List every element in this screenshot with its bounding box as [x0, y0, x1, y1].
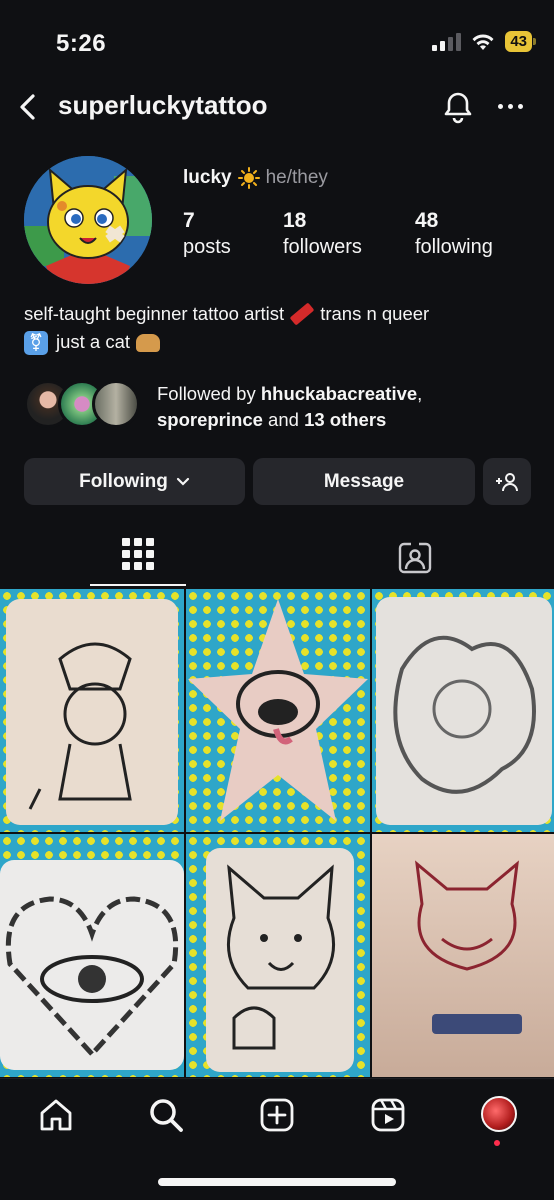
- profile-username: superluckytattoo: [58, 90, 268, 120]
- signal-icon: [432, 32, 462, 51]
- notification-dot: [494, 1140, 500, 1146]
- add-user-icon: [496, 472, 518, 491]
- profile-tab-avatar[interactable]: [481, 1096, 517, 1132]
- stat-posts-label: posts: [183, 236, 231, 258]
- sun-icon: [237, 167, 260, 189]
- home-indicator: [158, 1178, 396, 1186]
- message-button-label: Message: [323, 470, 405, 492]
- followed-others-link[interactable]: 13 others: [304, 409, 386, 430]
- stat-followers-label: followers: [283, 236, 362, 258]
- status-icons: 43: [432, 31, 536, 52]
- followed-and: and: [262, 409, 305, 430]
- chevron-down-icon: [176, 477, 189, 486]
- post-thumbnail[interactable]: [186, 589, 370, 832]
- followed-user-link[interactable]: hhuckabacreative: [261, 383, 417, 404]
- add-icon[interactable]: [258, 1096, 296, 1134]
- add-user-button[interactable]: [483, 458, 531, 505]
- post-thumbnail[interactable]: [372, 589, 554, 832]
- status-time: 5:26: [56, 30, 107, 57]
- chevron-left-icon[interactable]: [14, 92, 44, 122]
- transgender-symbol-icon: ⚧: [24, 331, 48, 356]
- stat-posts[interactable]: 7 posts: [183, 208, 231, 260]
- grid-icon[interactable]: [122, 538, 154, 570]
- followed-by-text[interactable]: Followed by hhuckabacreative, sporeprinc…: [157, 381, 537, 433]
- following-button[interactable]: Following: [24, 458, 245, 505]
- search-icon[interactable]: [147, 1096, 185, 1134]
- tab-active-indicator: [90, 584, 186, 586]
- stat-following[interactable]: 48 following: [415, 208, 493, 260]
- avatar: [92, 380, 140, 428]
- reels-icon[interactable]: [369, 1096, 407, 1134]
- post-thumbnail[interactable]: [372, 834, 554, 1077]
- more-icon[interactable]: [498, 104, 523, 109]
- stat-following-value: 48: [415, 209, 439, 232]
- bell-icon[interactable]: [442, 90, 474, 124]
- profile-name-row: lucky he/they: [183, 167, 328, 189]
- home-icon[interactable]: [37, 1096, 75, 1134]
- cat-icon: [136, 334, 161, 353]
- battery-indicator: 43: [505, 31, 536, 52]
- stat-following-label: following: [415, 236, 493, 258]
- profile-bio: self-taught beginner tattoo artist trans …: [24, 300, 534, 356]
- bio-text-2: just a cat: [56, 331, 131, 352]
- followed-separator: ,: [417, 383, 423, 404]
- posts-grid: [0, 589, 554, 1078]
- profile-pronouns: he/they: [265, 167, 328, 188]
- profile-avatar[interactable]: [24, 156, 152, 284]
- stat-followers[interactable]: 18 followers: [283, 208, 362, 260]
- followed-by-prefix: Followed by: [157, 383, 261, 404]
- stat-posts-value: 7: [183, 209, 195, 232]
- message-button[interactable]: Message: [253, 458, 475, 505]
- crayon-icon: [289, 302, 315, 326]
- wifi-icon: [472, 34, 494, 50]
- stat-followers-value: 18: [283, 209, 307, 232]
- followed-user-link[interactable]: sporeprince: [157, 409, 263, 430]
- bio-text-1: self-taught beginner tattoo artist: [24, 303, 285, 324]
- profile-name: lucky: [183, 167, 232, 188]
- following-button-label: Following: [79, 470, 168, 492]
- post-thumbnail[interactable]: [0, 834, 184, 1077]
- tagged-icon[interactable]: [398, 540, 432, 574]
- post-thumbnail[interactable]: [186, 834, 370, 1077]
- mutual-followers-avatars[interactable]: [24, 380, 140, 428]
- bio-text-1b: trans n queer: [320, 303, 430, 324]
- post-thumbnail[interactable]: [0, 589, 184, 832]
